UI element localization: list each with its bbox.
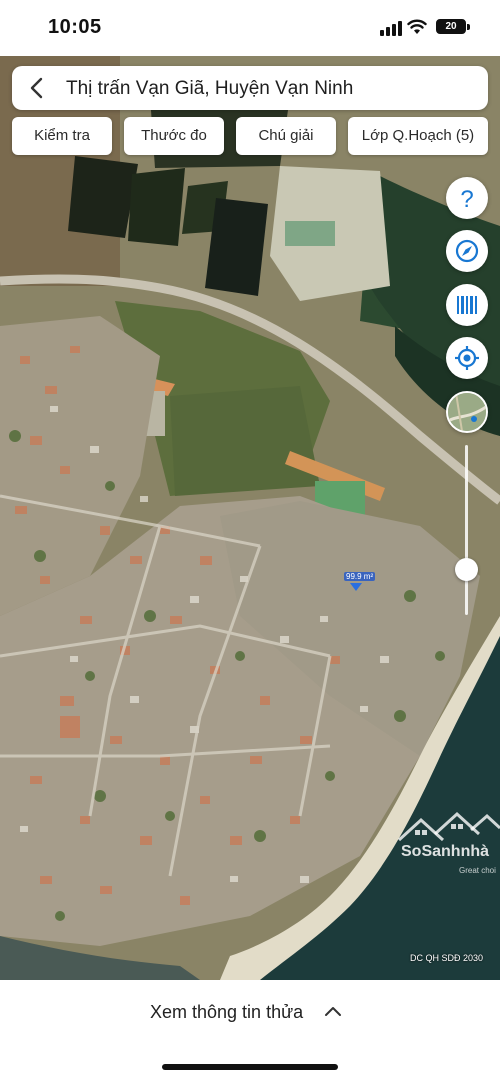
locate-button[interactable] — [446, 337, 488, 379]
watermark-text: SoSanhnhà — [401, 843, 490, 860]
status-time: 10:05 — [48, 16, 102, 38]
locate-icon — [455, 346, 479, 370]
signal-icon — [380, 20, 402, 36]
map-thumbnail-icon — [448, 393, 486, 431]
battery-icon: 20 — [436, 19, 466, 34]
barcode-icon — [457, 296, 477, 314]
check-button[interactable]: Kiểm tra — [12, 117, 112, 155]
map-attribution: DC QH SDĐ 2030 — [410, 953, 484, 963]
help-button[interactable]: ? — [446, 177, 488, 219]
wifi-icon — [407, 19, 427, 34]
barcode-button[interactable] — [446, 284, 488, 326]
watermark-subtext: Great choi — [459, 866, 496, 875]
battery-level: 20 — [445, 21, 457, 32]
help-icon: ? — [460, 186, 473, 213]
compass-button[interactable] — [446, 230, 488, 272]
chevron-left-icon[interactable] — [26, 77, 48, 99]
home-indicator — [162, 1064, 338, 1070]
layer-thumbnail[interactable] — [446, 391, 488, 433]
planning-layer-button[interactable]: Lớp Q.Hoạch (5) — [348, 117, 488, 155]
svg-text:?: ? — [460, 186, 473, 213]
opacity-slider-track[interactable] — [465, 445, 468, 615]
status-bar: 10:05 20 — [0, 0, 500, 56]
location-title[interactable]: Thị trấn Vạn Giã, Huyện Vạn Ninh — [66, 78, 353, 100]
opacity-slider-handle[interactable] — [455, 558, 478, 581]
chevron-up-icon[interactable] — [323, 1002, 343, 1022]
legend-button[interactable]: Chú giải — [236, 117, 336, 155]
parcel-pin-icon[interactable] — [350, 583, 362, 591]
parcel-area-label[interactable]: 99.9 m² — [344, 572, 376, 581]
measure-button[interactable]: Thước đo — [124, 117, 224, 155]
compass-icon — [455, 239, 479, 263]
location-search-bar[interactable]: Thị trấn Vạn Giã, Huyện Vạn Ninh — [12, 66, 488, 110]
parcel-info-toggle[interactable]: Xem thông tin thửa — [150, 1002, 303, 1023]
battery-tip — [467, 24, 470, 30]
